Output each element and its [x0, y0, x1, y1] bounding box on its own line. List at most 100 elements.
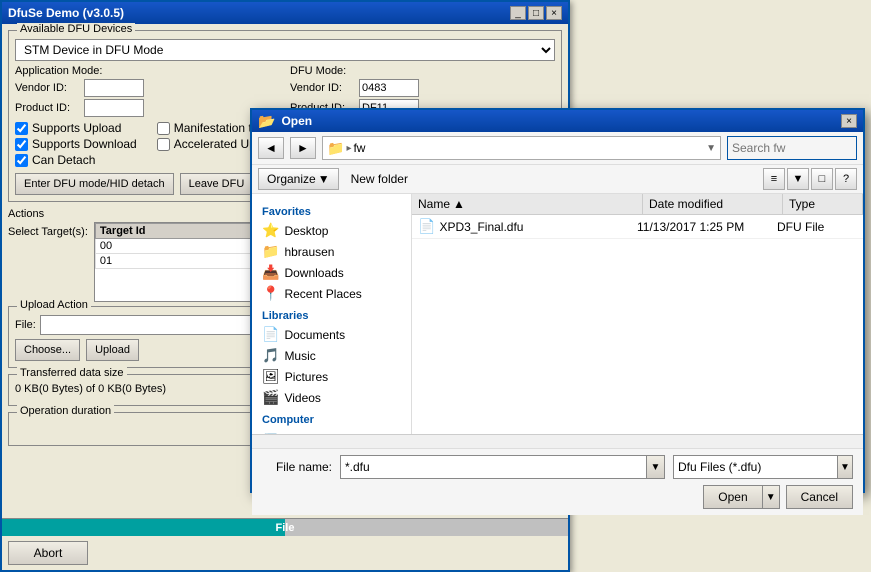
- dialog-close-button[interactable]: ×: [841, 114, 857, 128]
- supports-upload-checkbox[interactable]: [15, 122, 28, 135]
- location-arrow: ▸: [346, 143, 351, 154]
- left-panel: Favorites ⭐ Desktop 📁 hbrausen 📥 Downloads 📍 Re…: [252, 194, 412, 434]
- view-dropdown-button[interactable]: ▼: [787, 168, 809, 190]
- item-label: Downloads: [284, 266, 343, 280]
- lib-icon: 📄: [262, 326, 279, 343]
- folder-icon: 📁: [262, 243, 279, 260]
- organize-label: Organize: [267, 172, 316, 186]
- folder-icon: 📥: [262, 264, 279, 281]
- library-item[interactable]: 🎬 Videos: [252, 387, 411, 408]
- file-name: XPD3_Final.dfu: [439, 220, 637, 234]
- library-item[interactable]: 🎵Music: [252, 345, 411, 366]
- library-item[interactable]: 📄 Documents: [252, 324, 411, 345]
- app-vendor-input[interactable]: [84, 79, 144, 97]
- maximize-button[interactable]: □: [528, 6, 544, 20]
- folder-icon: 📁: [327, 140, 344, 157]
- can-detach-checkbox[interactable]: [15, 154, 28, 167]
- back-button[interactable]: ◄: [258, 137, 284, 159]
- folder-icon: 📍: [262, 285, 279, 302]
- supports-upload-item: Supports Upload: [15, 121, 137, 135]
- item-label: Recent Places: [284, 287, 361, 301]
- forward-button[interactable]: ►: [290, 137, 316, 159]
- leave-dfu-button[interactable]: Leave DFU: [180, 173, 254, 195]
- open-button[interactable]: Open: [703, 485, 761, 509]
- dialog-toolbar: ◄ ► 📁 ▸ fw ▼ 🔍: [252, 132, 863, 165]
- search-input[interactable]: [728, 137, 871, 159]
- upload-action-label: Upload Action: [17, 299, 91, 311]
- col-type-header[interactable]: Type: [783, 194, 863, 214]
- lib-label: Videos: [284, 391, 320, 405]
- upload-button[interactable]: Upload: [86, 339, 139, 361]
- file-label: File:: [15, 319, 36, 331]
- filename-dropdown-button[interactable]: ▼: [646, 456, 664, 478]
- file-icon: 📄: [418, 218, 435, 235]
- item-label: hbrausen: [284, 245, 334, 259]
- filetype-input[interactable]: [674, 456, 837, 478]
- dialog-bottom: File name: ▼ ▼ Open ▼ Cancel: [252, 448, 863, 515]
- favorites-item[interactable]: 📥 Downloads: [252, 262, 411, 283]
- favorites-item[interactable]: 📁 hbrausen: [252, 241, 411, 262]
- manifestation-checkbox[interactable]: [157, 122, 170, 135]
- organize-button[interactable]: Organize ▼: [258, 168, 339, 190]
- col-date-header[interactable]: Date modified: [643, 194, 783, 214]
- computer-list: 💻 BOOTCAMP (C:): [252, 428, 411, 434]
- item-label: Desktop: [284, 224, 328, 238]
- main-title-bar: DfuSe Demo (v3.0.5) _ □ ×: [2, 2, 568, 24]
- library-item[interactable]: 🖼Pictures: [252, 366, 411, 387]
- dfu-vendor-input[interactable]: [359, 79, 419, 97]
- app-product-input[interactable]: [84, 99, 144, 117]
- supports-download-item: Supports Download: [15, 137, 137, 151]
- comp-icon: 💻: [262, 430, 279, 434]
- filetype-dropdown-button[interactable]: ▼: [837, 456, 852, 478]
- comp-label: BOOTCAMP (C:): [284, 432, 376, 435]
- list-view-button[interactable]: ≡: [763, 168, 785, 190]
- hscroll-area[interactable]: [252, 434, 863, 448]
- title-bar-buttons: _ □ ×: [510, 6, 562, 20]
- can-detach-label: Can Detach: [32, 153, 95, 167]
- location-dropdown-arrow: ▼: [706, 143, 716, 154]
- filename-input-container: ▼: [340, 455, 665, 479]
- new-folder-button[interactable]: New folder: [343, 168, 416, 190]
- lib-icon: 🎬: [262, 389, 279, 406]
- help-button[interactable]: ?: [835, 168, 857, 190]
- dialog-body: Favorites ⭐ Desktop 📁 hbrausen 📥 Downloads 📍 Re…: [252, 194, 863, 434]
- folder-icon: ⭐: [262, 222, 279, 239]
- abort-button[interactable]: Abort: [8, 541, 88, 565]
- filename-input[interactable]: [341, 456, 646, 478]
- supports-download-label: Supports Download: [32, 137, 137, 151]
- libraries-list: 📄 Documents 🎵Music🖼Pictures 🎬 Videos: [252, 324, 411, 408]
- cancel-button[interactable]: Cancel: [786, 485, 853, 509]
- search-container: 🔍: [727, 136, 857, 160]
- col-name-header[interactable]: Name ▲: [412, 194, 643, 214]
- close-button[interactable]: ×: [546, 6, 562, 20]
- choose-button[interactable]: Choose...: [15, 339, 80, 361]
- progress-bar-text: File: [2, 519, 568, 536]
- accelerated-checkbox[interactable]: [157, 138, 170, 151]
- enter-dfu-button[interactable]: Enter DFU mode/HID detach: [15, 173, 174, 195]
- minimize-button[interactable]: _: [510, 6, 526, 20]
- app-mode-label: Application Mode:: [15, 65, 280, 77]
- sort-arrow: ▲: [453, 197, 465, 211]
- app-mode-group: Application Mode: Vendor ID: Product ID:: [15, 65, 280, 117]
- supports-download-checkbox[interactable]: [15, 138, 28, 151]
- app-product-row: Product ID:: [15, 99, 280, 117]
- dialog-title-buttons: ×: [841, 114, 857, 128]
- dialog-title: Open: [281, 114, 312, 128]
- computer-item[interactable]: 💻 BOOTCAMP (C:): [252, 428, 411, 434]
- device-select[interactable]: STM Device in DFU Mode: [15, 39, 555, 61]
- favorites-item[interactable]: 📍 Recent Places: [252, 283, 411, 304]
- open-dropdown-button[interactable]: ▼: [762, 485, 780, 509]
- preview-button[interactable]: □: [811, 168, 833, 190]
- favorites-item[interactable]: ⭐ Desktop: [252, 220, 411, 241]
- main-window-title: DfuSe Demo (v3.0.5): [8, 6, 124, 20]
- checkbox-col-1: Supports Upload Supports Download Can De…: [15, 121, 137, 167]
- filename-row: File name: ▼ ▼: [262, 455, 853, 479]
- file-item[interactable]: 📄XPD3_Final.dfu11/13/2017 1:25 PMDFU Fil…: [412, 215, 863, 239]
- transferred-data-label: Transferred data size: [17, 367, 127, 379]
- lib-label: Documents: [284, 328, 345, 342]
- favorites-label: Favorites: [252, 204, 411, 220]
- location-bar[interactable]: 📁 ▸ fw ▼: [322, 136, 721, 160]
- lib-icon: 🎵: [262, 347, 279, 364]
- dialog-second-toolbar: Organize ▼ New folder ≡ ▼ □ ?: [252, 165, 863, 194]
- progress-bar-container: File: [2, 518, 568, 536]
